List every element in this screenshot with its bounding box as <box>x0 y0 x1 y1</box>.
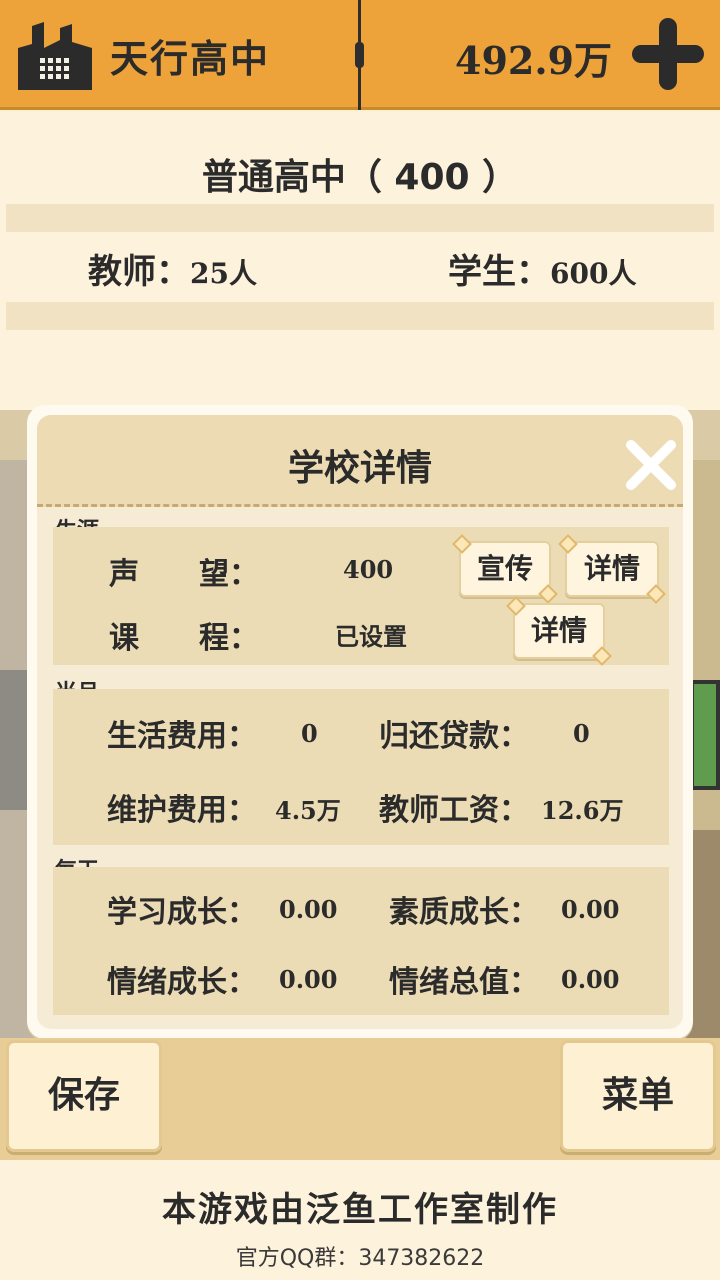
dialog-title: 学校详情 <box>287 448 432 489</box>
top-bar: 天行高中 492.9万 <box>0 0 720 110</box>
plus-icon[interactable] <box>628 14 708 94</box>
student-label: 学生： <box>448 252 550 292</box>
student-count: 学生：600人 <box>448 244 636 293</box>
course-value: 已设置 <box>335 623 407 651</box>
maintenance-label: 维护费用： <box>107 793 257 828</box>
dialog-header: 学校详情 <box>37 415 683 507</box>
student-value: 600人 <box>550 257 637 290</box>
career-section: 声 望： 400 宣传 详情 课 程： 已设置 详情 <box>53 527 669 665</box>
dialog-body: 学校详情 生涯 声 望： 400 宣传 详情 课 程： 已设置 详情 当月 生活… <box>37 415 683 1029</box>
mood-growth-value: 0.00 <box>279 965 338 994</box>
course-detail-button[interactable]: 详情 <box>513 603 605 659</box>
bottom-bar: 保存 菜单 <box>0 1038 720 1160</box>
mood-growth-label: 情绪成长： <box>107 965 257 1000</box>
study-growth-label: 学习成长： <box>107 895 257 930</box>
daily-section: 学习成长： 0.00 素质成长： 0.00 情绪成长： 0.00 情绪总值： 0… <box>53 867 669 1015</box>
money-display: 492.9万 <box>455 38 612 83</box>
scene-screen <box>690 680 720 790</box>
living-cost-label: 生活费用： <box>107 719 257 754</box>
mood-total-value: 0.00 <box>561 965 620 994</box>
quality-growth-value: 0.00 <box>561 895 620 924</box>
teacher-label: 教师： <box>88 252 190 292</box>
salary-label: 教师工资： <box>379 793 529 828</box>
salary-value: 12.6万 <box>541 796 624 825</box>
school-building-icon[interactable] <box>14 18 96 92</box>
loan-value: 0 <box>573 719 590 748</box>
school-detail-dialog: 学校详情 生涯 声 望： 400 宣传 详情 课 程： 已设置 详情 当月 生活… <box>27 405 693 1039</box>
qq-group: 官方QQ群：347382622 <box>235 1246 485 1271</box>
loan-label: 归还贷款： <box>379 719 529 754</box>
quality-growth-label: 素质成长： <box>389 895 539 930</box>
reputation-detail-button[interactable]: 详情 <box>565 541 659 597</box>
school-info-panel: 普通高中（ 400 ） 教师：25人 学生：600人 <box>0 112 720 410</box>
promote-button[interactable]: 宣传 <box>459 541 551 597</box>
monthly-section: 生活费用： 0 归还贷款： 0 维护费用： 4.5万 教师工资： 12.6万 <box>53 689 669 845</box>
info-stripe <box>6 302 714 330</box>
course-label: 课 程： <box>109 621 259 656</box>
save-button[interactable]: 保存 <box>6 1040 162 1152</box>
footer: 本游戏由泛鱼工作室制作 官方QQ群：347382622 <box>0 1160 720 1280</box>
close-icon[interactable] <box>623 437 679 493</box>
reputation-label: 声 望： <box>109 557 259 592</box>
teacher-count: 教师：25人 <box>88 244 257 293</box>
living-cost-value: 0 <box>301 719 318 748</box>
study-growth-value: 0.00 <box>279 895 338 924</box>
school-name: 天行高中 <box>110 37 271 81</box>
mood-total-label: 情绪总值： <box>389 965 539 1000</box>
teacher-value: 25人 <box>190 257 257 290</box>
info-stripe <box>6 204 714 232</box>
reputation-value: 400 <box>343 555 394 584</box>
school-type: 普通高中（ 400 ） <box>201 157 519 198</box>
studio-credit: 本游戏由泛鱼工作室制作 <box>162 1190 558 1230</box>
menu-button[interactable]: 菜单 <box>560 1040 716 1152</box>
maintenance-value: 4.5万 <box>275 796 341 825</box>
header-divider-knob <box>355 42 364 68</box>
